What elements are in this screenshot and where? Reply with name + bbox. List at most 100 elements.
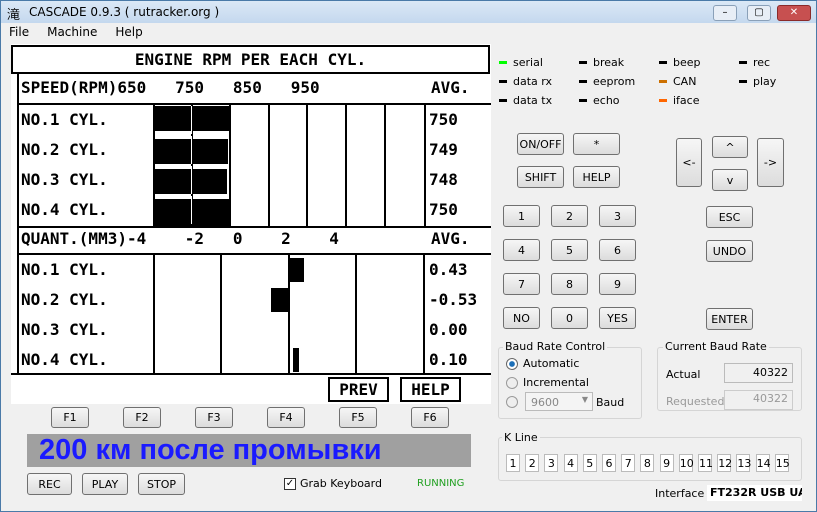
k-line-13[interactable]: 13 xyxy=(736,454,751,472)
indicator-led-icon xyxy=(659,99,667,102)
grab-keyboard-label: Grab Keyboard xyxy=(300,477,382,490)
stop-button[interactable]: STOP xyxy=(138,473,185,495)
quant-bar xyxy=(270,288,288,312)
key-yes-button[interactable]: YES xyxy=(599,307,636,329)
k-line-11[interactable]: 11 xyxy=(698,454,713,472)
esc-button[interactable]: ESC xyxy=(706,206,753,228)
indicator-led-icon xyxy=(499,61,507,64)
lcd-help-button[interactable]: HELP xyxy=(400,377,461,402)
lcd-title: ENGINE RPM PER EACH CYL. xyxy=(11,45,490,74)
k-line-3[interactable]: 3 xyxy=(544,454,559,472)
key-3-button[interactable]: 3 xyxy=(599,205,636,227)
quant-bar xyxy=(293,348,299,372)
k-line-4[interactable]: 4 xyxy=(563,454,578,472)
current-baud-title: Current Baud Rate xyxy=(663,340,769,353)
down-arrow-button[interactable]: v xyxy=(712,169,748,191)
key-2-button[interactable]: 2 xyxy=(551,205,588,227)
app-window: 滝 CASCADE 0.9.3 ( rutracker.org ) – ▢ ✕ … xyxy=(0,0,817,512)
radio-incremental-label: Incremental xyxy=(523,376,589,389)
rpm-row-label: NO.3 CYL. xyxy=(21,170,108,189)
f6-button[interactable]: F6 xyxy=(411,407,449,428)
k-line-14[interactable]: 14 xyxy=(755,454,771,472)
k-line-title: K Line xyxy=(502,431,540,444)
grid-line xyxy=(220,254,222,374)
k-line-8[interactable]: 8 xyxy=(640,454,655,472)
grid-line xyxy=(423,254,425,374)
radio-automatic-label: Automatic xyxy=(523,357,580,370)
quant-bar xyxy=(290,258,305,282)
key-9-button[interactable]: 9 xyxy=(599,273,636,295)
actual-baud-field: 40322 xyxy=(724,363,793,383)
quant-row-label: NO.3 CYL. xyxy=(21,320,108,339)
indicator-led-icon xyxy=(739,61,747,64)
shift-button[interactable]: SHIFT xyxy=(517,166,564,188)
k-line-12[interactable]: 12 xyxy=(717,454,732,472)
key-5-button[interactable]: 5 xyxy=(551,239,588,261)
lcd-prev-button[interactable]: PREV xyxy=(328,377,389,402)
k-line-1[interactable]: 1 xyxy=(506,454,520,472)
key-8-button[interactable]: 8 xyxy=(551,273,588,295)
key-0-button[interactable]: 0 xyxy=(551,307,588,329)
k-line-5[interactable]: 5 xyxy=(582,454,597,472)
radio-incremental[interactable] xyxy=(506,377,518,389)
k-line-10[interactable]: 10 xyxy=(678,454,694,472)
rpm-row-value: 750 xyxy=(429,200,458,219)
indicator-led-icon xyxy=(659,80,667,83)
rec-button[interactable]: REC xyxy=(27,473,72,495)
play-button[interactable]: PLAY xyxy=(82,473,128,495)
undo-button[interactable]: UNDO xyxy=(706,240,753,262)
baud-select[interactable]: 9600 ▼ xyxy=(525,392,593,411)
k-line-7[interactable]: 7 xyxy=(621,454,636,472)
indicator-led-icon xyxy=(579,61,587,64)
grid-line xyxy=(229,104,231,226)
quant-row-value: 0.00 xyxy=(429,320,468,339)
key-7-button[interactable]: 7 xyxy=(503,273,540,295)
menu-machine[interactable]: Machine xyxy=(47,25,97,39)
indicator-led-icon xyxy=(659,61,667,64)
minimize-button[interactable]: – xyxy=(713,5,737,21)
grab-keyboard-checkbox[interactable]: ✓ xyxy=(284,478,296,490)
maximize-button[interactable]: ▢ xyxy=(747,5,771,21)
grid-line xyxy=(424,104,426,226)
close-button[interactable]: ✕ xyxy=(777,5,811,21)
f4-button[interactable]: F4 xyxy=(267,407,305,428)
rpm-row-label: NO.4 CYL. xyxy=(21,200,108,219)
baud-group-title: Baud Rate Control xyxy=(503,340,608,353)
menu-help[interactable]: Help xyxy=(115,25,142,39)
f1-button[interactable]: F1 xyxy=(51,407,89,428)
right-arrow-button[interactable]: -> xyxy=(757,138,784,187)
left-arrow-button[interactable]: <- xyxy=(676,138,702,187)
kanji-app-icon: 滝 xyxy=(7,8,21,23)
help-key-button[interactable]: HELP xyxy=(573,166,620,188)
grid-line xyxy=(384,104,386,226)
k-line-2[interactable]: 2 xyxy=(525,454,540,472)
k-line-15[interactable]: 15 xyxy=(774,454,790,472)
key-1-button[interactable]: 1 xyxy=(503,205,540,227)
enter-button[interactable]: ENTER xyxy=(706,308,753,330)
k-line-6[interactable]: 6 xyxy=(602,454,616,472)
radio-automatic[interactable] xyxy=(506,358,518,370)
key-6-button[interactable]: 6 xyxy=(599,239,636,261)
interface-field: FT232R USB UART xyxy=(707,485,802,501)
f2-button[interactable]: F2 xyxy=(123,407,161,428)
quant-row-label: NO.2 CYL. xyxy=(21,290,108,309)
f5-button[interactable]: F5 xyxy=(339,407,377,428)
k-line-9[interactable]: 9 xyxy=(659,454,674,472)
grid-line xyxy=(268,104,270,226)
chevron-down-icon: ▼ xyxy=(581,395,588,404)
quant-row-label: NO.4 CYL. xyxy=(21,350,108,369)
f3-button[interactable]: F3 xyxy=(195,407,233,428)
onoff-button[interactable]: ON/OFF xyxy=(517,133,564,155)
quant-row-value: 0.43 xyxy=(429,260,468,279)
grid-line xyxy=(355,254,357,374)
key-4-button[interactable]: 4 xyxy=(503,239,540,261)
key-no-button[interactable]: NO xyxy=(503,307,540,329)
baud-unit-label: Baud xyxy=(596,396,625,409)
menu-file[interactable]: File xyxy=(9,25,29,39)
star-button[interactable]: * xyxy=(573,133,620,155)
radio-fixed[interactable] xyxy=(506,396,518,408)
quant-axis-header: QUANT.(MM3)-4 -2 0 2 4 xyxy=(21,229,339,248)
up-arrow-button[interactable]: ^ xyxy=(712,136,748,158)
rpm-row-label: NO.2 CYL. xyxy=(21,140,108,159)
requested-label: Requested xyxy=(666,395,725,408)
